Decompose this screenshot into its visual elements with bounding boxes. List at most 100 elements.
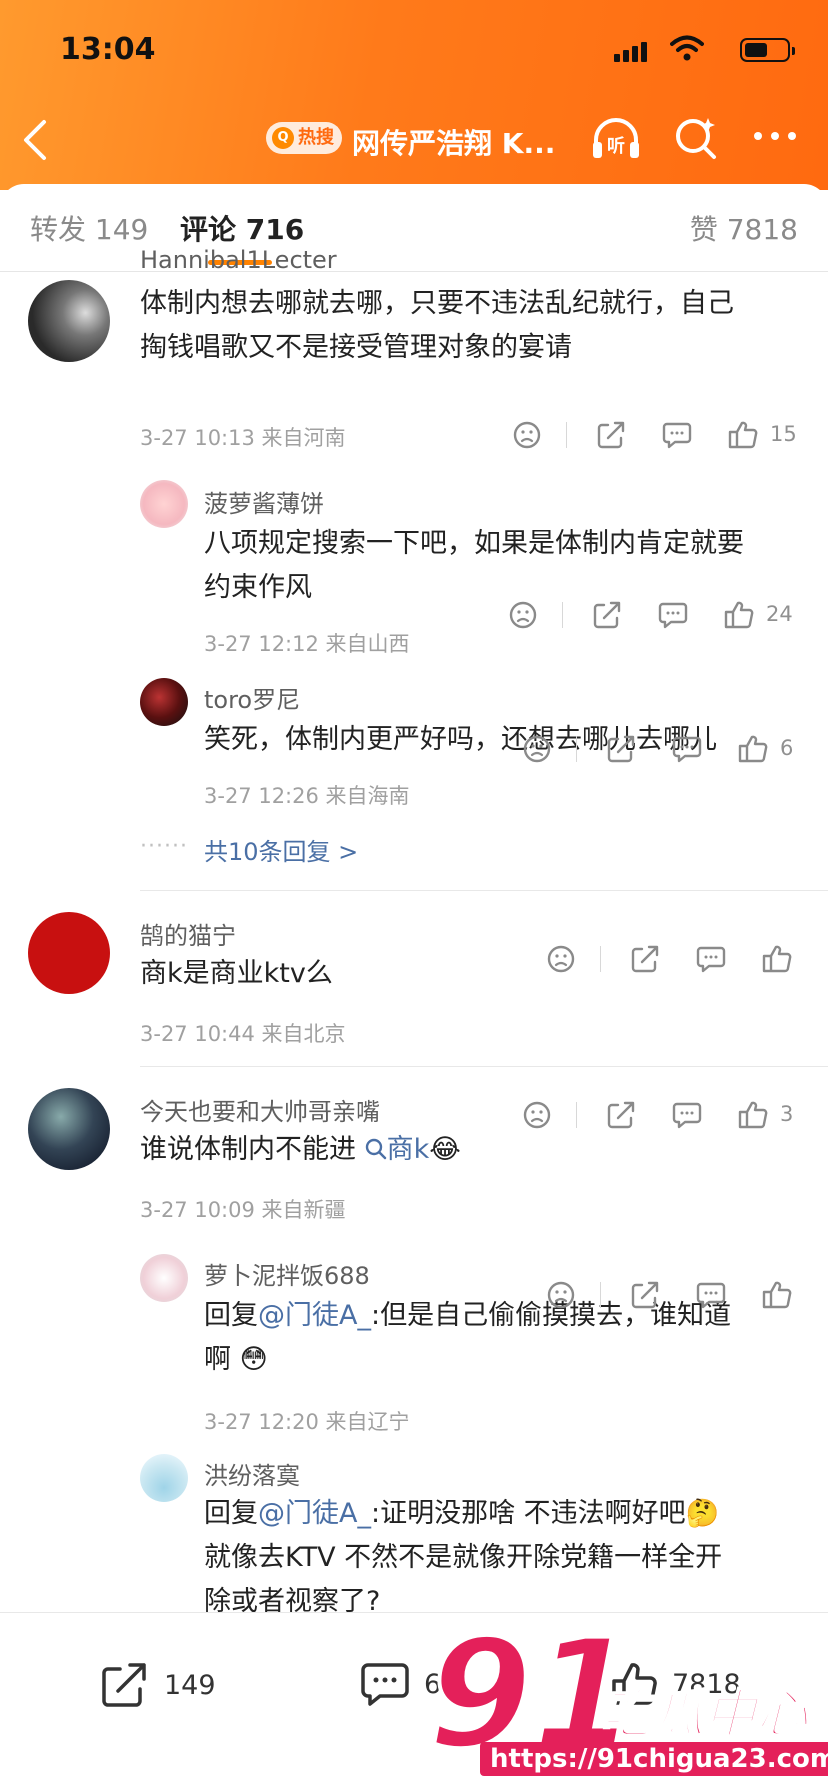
- avatar[interactable]: [140, 678, 188, 726]
- reply-author[interactable]: toro罗尼: [204, 680, 300, 715]
- hot-badge-label: 热搜: [298, 127, 334, 148]
- nav-bar: Q 热搜 网传严浩翔 K... 听: [0, 108, 828, 172]
- tab-likes[interactable]: 赞 7818: [690, 208, 798, 248]
- share-icon[interactable]: [606, 734, 636, 764]
- dislike-icon[interactable]: [546, 944, 576, 974]
- avatar[interactable]: [28, 1088, 110, 1170]
- reply-icon[interactable]: [662, 420, 692, 450]
- reply-icon[interactable]: [658, 600, 688, 630]
- dislike-icon[interactable]: [512, 420, 542, 450]
- search-icon[interactable]: [672, 114, 720, 162]
- thumbs-up-icon[interactable]: [728, 420, 758, 450]
- wifi-icon: [670, 35, 704, 61]
- dislike-icon[interactable]: [522, 1100, 552, 1130]
- thumbs-up-icon[interactable]: [762, 944, 792, 974]
- dislike-icon[interactable]: [522, 734, 552, 764]
- reply-prefix: 回复: [204, 1300, 258, 1331]
- tab-reposts[interactable]: 转发 149: [30, 208, 148, 248]
- battery-icon: [740, 38, 795, 62]
- dislike-icon[interactable]: [546, 1280, 576, 1310]
- action-divider: [600, 1282, 601, 1308]
- repost-count: 149: [164, 1669, 216, 1701]
- share-icon[interactable]: [592, 600, 622, 630]
- comment-author[interactable]: Hannibal1Lecter: [140, 246, 337, 274]
- back-arrow-icon[interactable]: [20, 118, 50, 162]
- tab-comments[interactable]: 评论 716: [180, 208, 304, 248]
- comment-meta: 3-27 10:44 来自北京: [140, 1022, 346, 1046]
- headphones-icon[interactable]: 听: [590, 114, 642, 162]
- page-title: 网传严浩翔 K...: [352, 127, 556, 160]
- mention-link[interactable]: @门徒A_: [258, 1300, 371, 1331]
- search-mini-icon: Q: [272, 127, 294, 149]
- search-link[interactable]: 商k: [356, 1134, 429, 1165]
- tab-bar: 转发 149 评论 716 赞 7818: [0, 184, 828, 272]
- reply-meta: 3-27 12:20 来自辽宁: [204, 1410, 410, 1434]
- status-time: 13:04: [60, 32, 156, 67]
- share-icon[interactable]: [606, 1100, 636, 1130]
- thumbs-up-icon[interactable]: [738, 1100, 768, 1130]
- like-count: 6: [780, 736, 794, 760]
- reply-text: 啊 😳: [204, 1338, 268, 1382]
- action-divider: [576, 736, 577, 762]
- thinking-emoji-icon: 🤔: [685, 1498, 720, 1529]
- search-link-text: 商k: [386, 1134, 430, 1165]
- comment-text: 掏钱唱歌又不是接受管理对象的宴请: [140, 332, 572, 363]
- header-bar: 13:04 Q 热搜 网传严浩翔 K... 听: [0, 0, 828, 190]
- reply-meta: 3-27 12:26 来自海南: [204, 784, 410, 808]
- avatar[interactable]: [28, 280, 110, 362]
- comment-author[interactable]: 鹄的猫宁: [140, 916, 236, 951]
- reply-text: 回复@门徒A_:证明没那啥 不违法啊好吧🤔: [204, 1492, 719, 1536]
- comment-author[interactable]: 今天也要和大帅哥亲嘴: [140, 1092, 380, 1127]
- reply-icon[interactable]: [672, 1100, 702, 1130]
- reply-meta: 3-27 12:12 来自山西: [204, 632, 410, 656]
- reply-body: 啊: [204, 1344, 231, 1375]
- share-icon[interactable]: [596, 420, 626, 450]
- comments-card: 转发 149 评论 716 赞 7818 Hannibal1Lecter 体制内…: [0, 184, 828, 1792]
- avatar[interactable]: [28, 912, 110, 994]
- search-mini-icon: [365, 1138, 386, 1160]
- more-icon[interactable]: [752, 130, 798, 142]
- comment-text-prefix: 谁说体制内不能进: [140, 1134, 356, 1165]
- share-icon: [102, 1663, 146, 1707]
- reply-author[interactable]: 洪纷落寞: [204, 1456, 300, 1491]
- signal-icon: [614, 42, 650, 62]
- watermark-logo: 91 吃瓜中心 https://91chigua23.com: [420, 1618, 828, 1790]
- avatar[interactable]: [140, 1454, 188, 1502]
- thumbs-up-icon[interactable]: [738, 734, 768, 764]
- avatar[interactable]: [140, 480, 188, 528]
- hot-search-badge[interactable]: Q 热搜: [266, 122, 342, 154]
- mention-link[interactable]: @门徒A_: [258, 1498, 371, 1529]
- reply-text: 笑死，体制内更严好吗，还想去哪儿去哪儿: [204, 724, 717, 755]
- comment-text: 商k是商业ktv么: [140, 958, 333, 989]
- dislike-icon[interactable]: [508, 600, 538, 630]
- watermark-text: 吃瓜中心: [599, 1684, 809, 1746]
- thumbs-up-icon[interactable]: [724, 600, 754, 630]
- more-dots: ······: [140, 834, 188, 859]
- comment-text: 体制内想去哪就去哪，只要不违法乱纪就行，自己: [140, 288, 734, 319]
- share-icon[interactable]: [630, 944, 660, 974]
- reply-icon[interactable]: [696, 944, 726, 974]
- like-count: 15: [770, 422, 797, 446]
- divider: [140, 890, 828, 891]
- action-divider: [576, 1102, 577, 1128]
- thumbs-up-icon[interactable]: [762, 1280, 792, 1310]
- listen-label: 听: [607, 135, 625, 157]
- comment-text: 谁说体制内不能进 商k😂: [140, 1128, 461, 1172]
- reply-icon[interactable]: [672, 734, 702, 764]
- reply-icon[interactable]: [696, 1280, 726, 1310]
- action-divider: [566, 422, 567, 448]
- comment-meta: 3-27 10:09 来自新疆: [140, 1198, 346, 1222]
- reply-author[interactable]: 菠萝酱薄饼: [204, 484, 324, 519]
- view-more-replies-link[interactable]: 共10条回复 >: [204, 832, 358, 867]
- avatar[interactable]: [140, 1254, 188, 1302]
- share-icon[interactable]: [630, 1280, 660, 1310]
- laughing-emoji-icon: 😂: [429, 1134, 461, 1165]
- watermark-url: https://91chigua23.com: [480, 1742, 828, 1776]
- repost-button[interactable]: 149: [100, 1661, 216, 1709]
- action-divider: [562, 602, 563, 628]
- comment-meta: 3-27 10:13 来自河南: [140, 426, 346, 450]
- like-count: 3: [780, 1102, 794, 1126]
- reply-author[interactable]: 萝卜泥拌饭688: [204, 1256, 370, 1291]
- reply-text: 就像去KTV 不然不是就像开除党籍一样全开: [204, 1542, 723, 1573]
- like-count: 24: [766, 602, 793, 626]
